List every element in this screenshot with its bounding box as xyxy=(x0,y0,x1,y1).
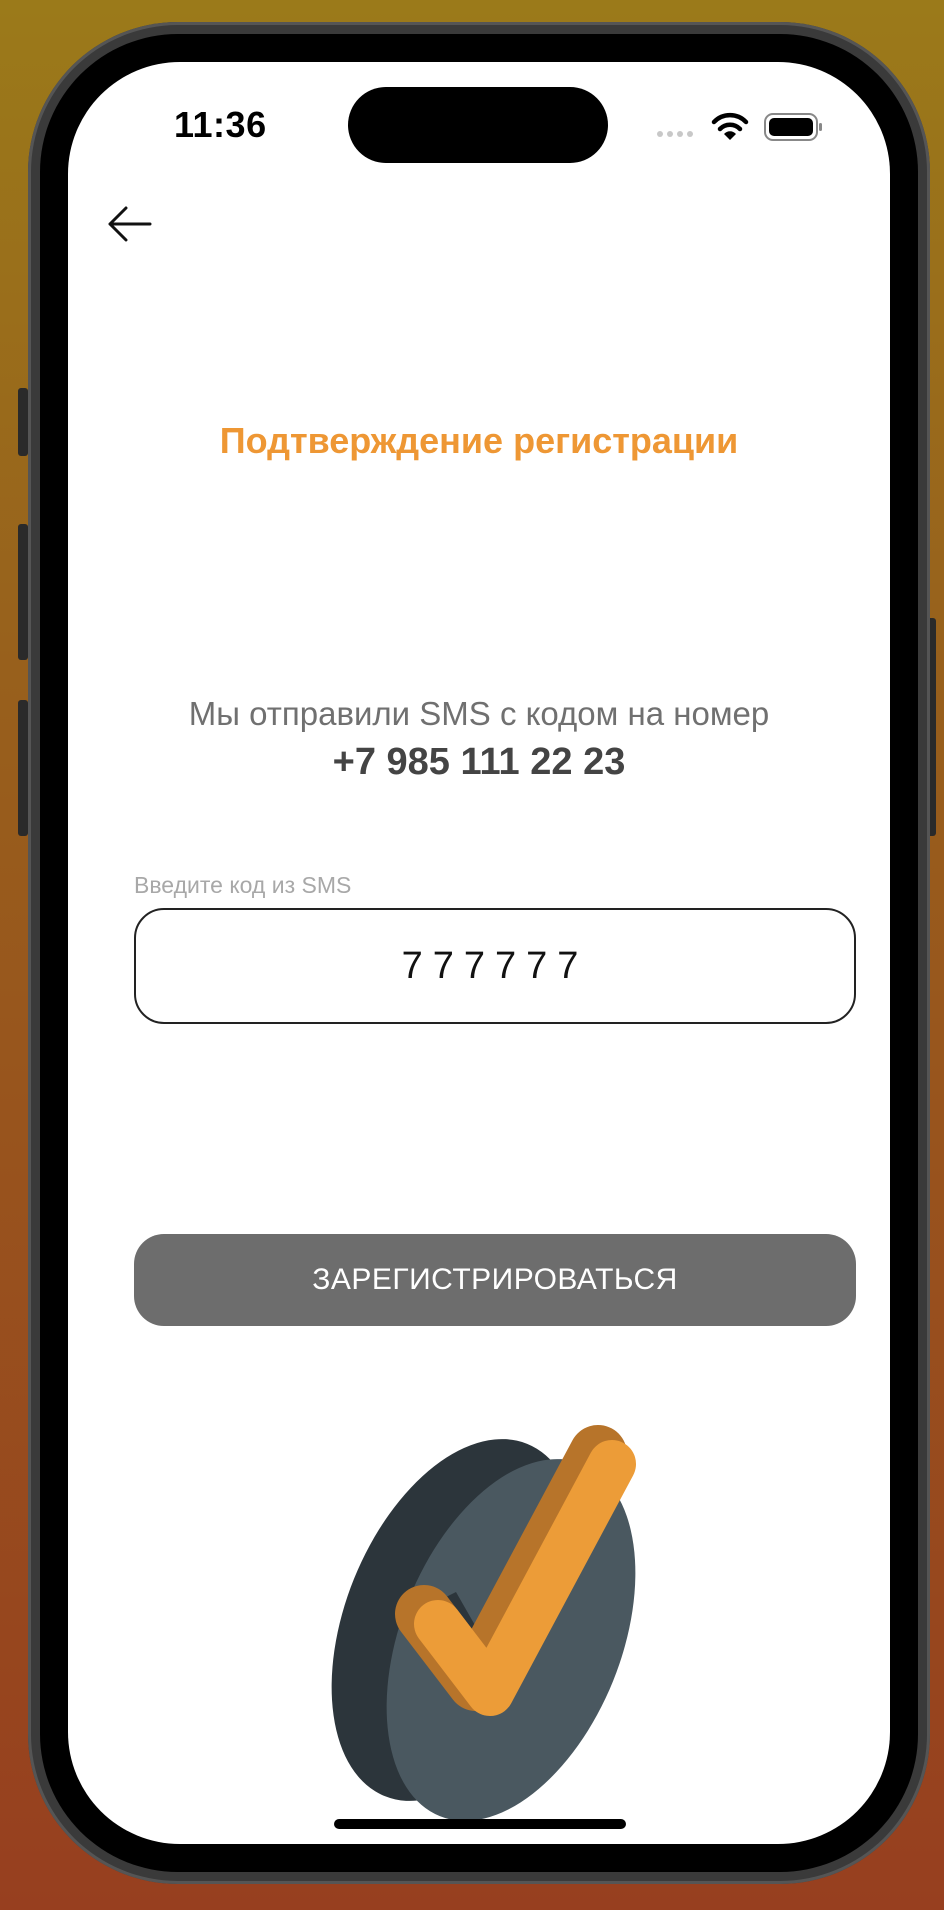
checkmark-disc-icon xyxy=(331,1425,636,1821)
side-button-left-3 xyxy=(18,700,28,836)
battery-icon xyxy=(764,113,822,141)
register-button[interactable]: ЗАРЕГИСТРИРОВАТЬСЯ xyxy=(134,1234,856,1326)
home-indicator[interactable] xyxy=(334,1819,626,1829)
code-field[interactable] xyxy=(134,908,856,1024)
wifi-icon xyxy=(711,112,749,140)
back-button[interactable] xyxy=(102,197,156,251)
signal-icon xyxy=(657,112,822,141)
dynamic-island xyxy=(348,87,608,163)
side-button-left-1 xyxy=(18,388,28,456)
status-time: 11:36 xyxy=(174,104,267,145)
sms-sent-text: Мы отправили SMS с кодом на номер xyxy=(188,695,770,732)
arrow-left-icon xyxy=(108,206,152,242)
side-button-left-2 xyxy=(18,524,28,660)
screen: 11:36 Подтверждение регистрации Мы отпра… xyxy=(68,62,890,1844)
code-label: Введите код из SMS xyxy=(134,872,352,898)
status-icons xyxy=(656,110,826,142)
code-input[interactable] xyxy=(136,944,854,988)
phone-number: +7 985 111 22 23 xyxy=(332,741,626,783)
page-title: Подтверждение регистрации xyxy=(219,420,739,461)
